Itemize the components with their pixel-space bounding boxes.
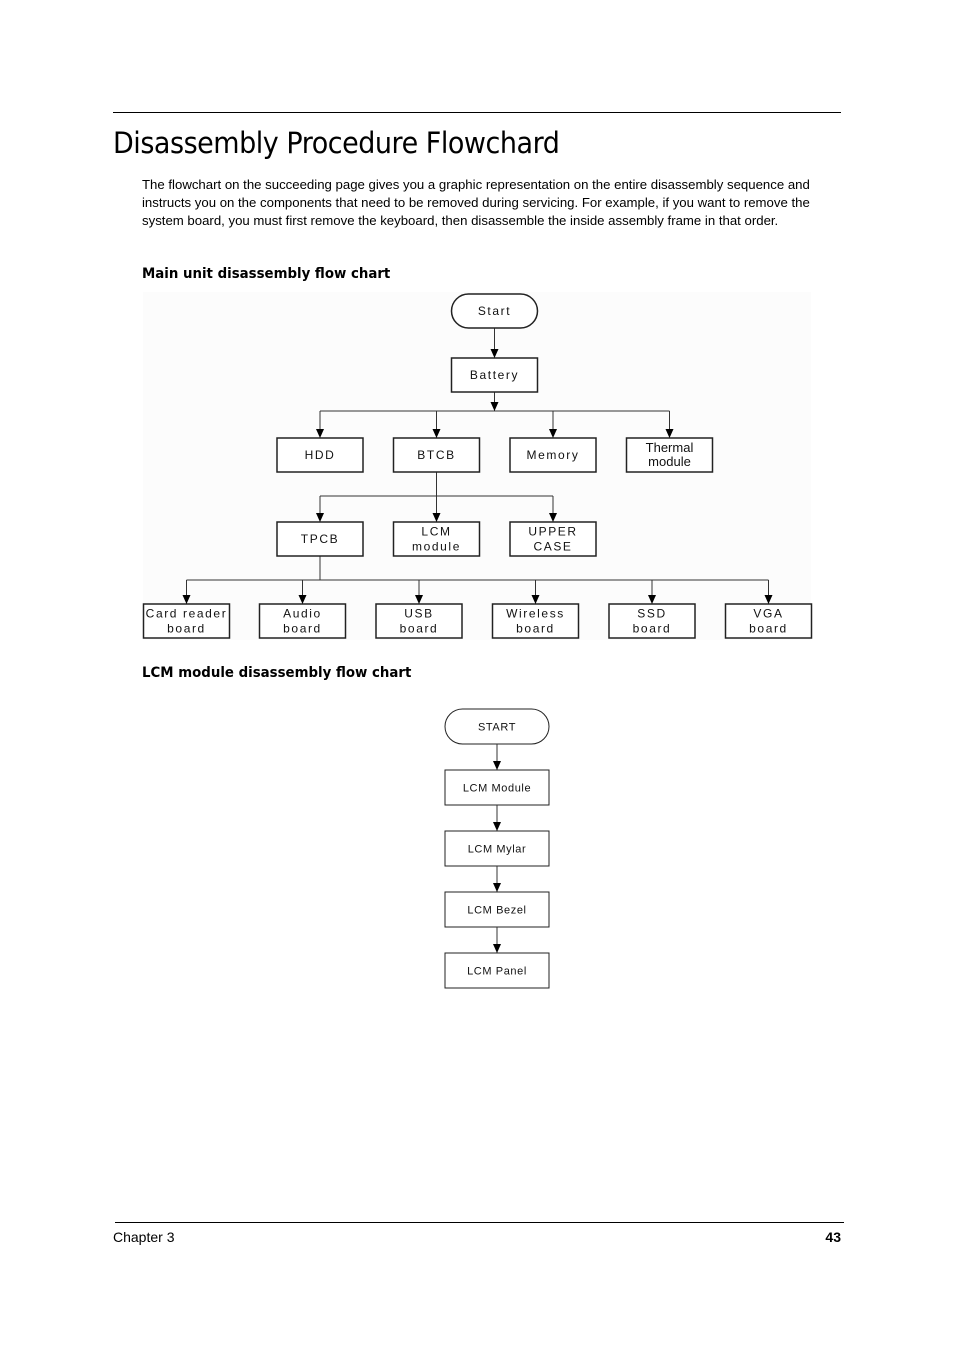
flow-node-lcm-step-4: LCM Panel <box>444 952 550 989</box>
footer-chapter: Chapter 3 <box>113 1229 175 1245</box>
lcm-module-flowchart: START LCM Module LCM Mylar LCM Bezel LCM Pan… <box>444 708 550 989</box>
arrowhead-icon <box>493 761 501 770</box>
node-label: LCM Bezel <box>467 905 526 917</box>
node-label: START <box>478 722 516 734</box>
node-label: LCM Mylar <box>468 844 527 856</box>
footer-page-number: 43 <box>825 1229 841 1245</box>
arrowhead-icon <box>493 822 501 831</box>
flow-node-lcm-step-3: LCM Bezel <box>444 891 550 928</box>
flow-node-lcm-step-2: LCM Mylar <box>444 830 550 867</box>
flow-node-lcm-step-0: START <box>444 708 550 745</box>
arrowhead-icon <box>493 944 501 953</box>
arrowhead-icon <box>493 883 501 892</box>
node-label: LCM Panel <box>467 966 527 978</box>
flow-node-lcm-step-1: LCM Module <box>444 769 550 806</box>
footer-rule <box>115 1222 844 1223</box>
node-label: LCM Module <box>463 783 531 795</box>
